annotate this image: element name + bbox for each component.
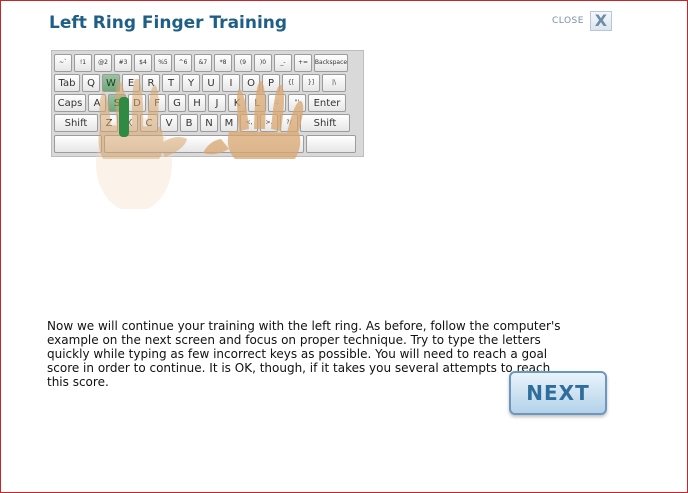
close-label: CLOSE [552, 16, 584, 26]
key: _- [274, 54, 292, 72]
key-caps: Caps [54, 94, 86, 112]
left-hand-icon [96, 79, 187, 209]
next-button[interactable]: NEXT [509, 371, 607, 415]
key: += [294, 54, 312, 72]
close-button[interactable]: CLOSE X [552, 11, 612, 31]
key: $4 [134, 54, 152, 72]
key: %5 [154, 54, 172, 72]
key: !1 [74, 54, 92, 72]
ring-finger-marker-icon [119, 97, 129, 137]
key: ^6 [174, 54, 192, 72]
key: *8 [214, 54, 232, 72]
key-tab: Tab [54, 74, 80, 92]
hands-illustration [96, 79, 304, 209]
keyboard-row-numbers: ~` !1 @2 #3 $4 %5 ^6 &7 *8 (9 )0 _- += B… [54, 54, 348, 72]
page-title: Left Ring Finger Training [49, 13, 288, 33]
key: @2 [94, 54, 112, 72]
close-icon: X [589, 11, 612, 31]
training-window: Left Ring Finger Training CLOSE X ~` !1 … [0, 0, 688, 493]
right-hand-icon [203, 81, 304, 159]
key: &7 [194, 54, 212, 72]
key: )0 [254, 54, 272, 72]
instructions-text: Now we will continue your training with … [47, 319, 561, 389]
key: #3 [114, 54, 132, 72]
key: ~` [54, 54, 72, 72]
key: (9 [234, 54, 252, 72]
key-backspace: Backspace [314, 54, 348, 72]
